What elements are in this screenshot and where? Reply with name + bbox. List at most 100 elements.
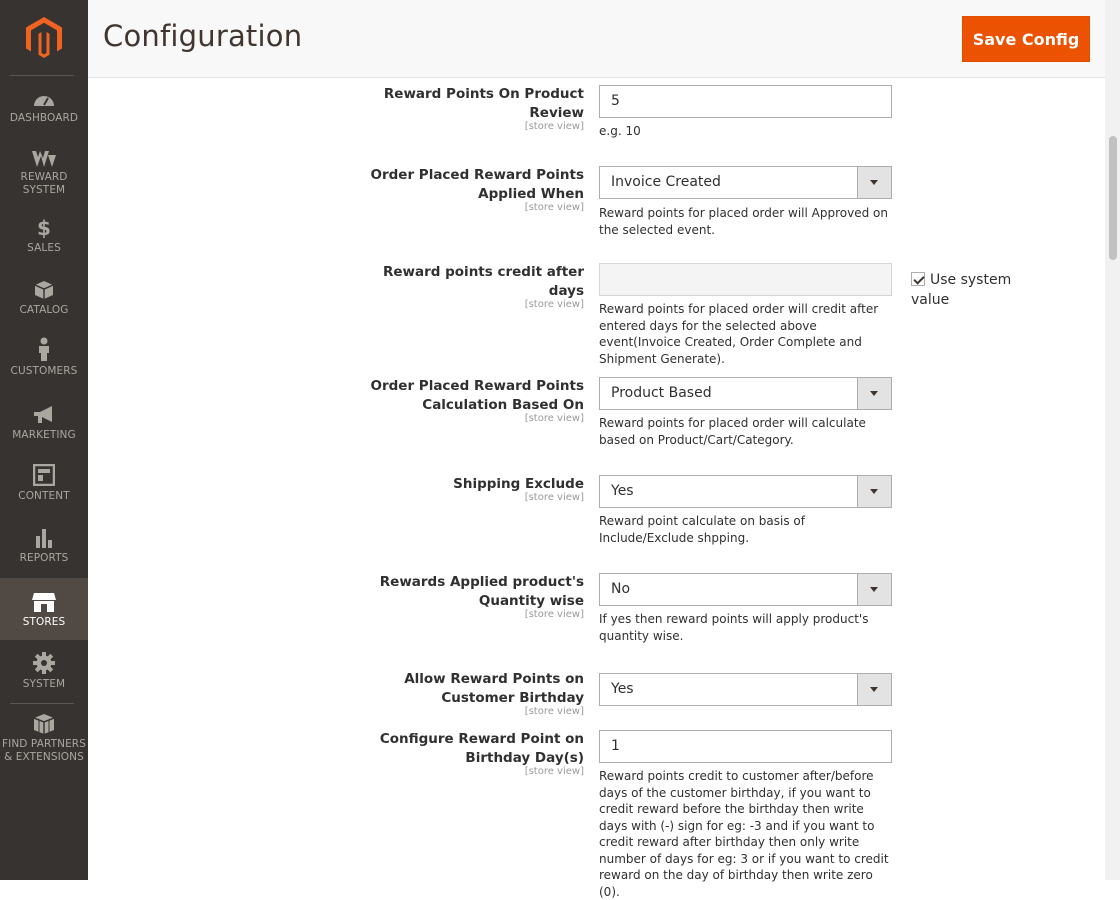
magento-logo[interactable] bbox=[0, 0, 88, 76]
field-note: Reward points credit to customer after/b… bbox=[599, 769, 889, 899]
label-text: Reward Points On Product Review bbox=[383, 86, 584, 121]
chevron-down-icon[interactable] bbox=[857, 167, 891, 198]
field-label: Configure Reward Point on Birthday Day(s… bbox=[354, 730, 584, 778]
page-title: Configuration bbox=[103, 19, 303, 53]
field-note: Reward points for placed order will Appr… bbox=[599, 206, 888, 237]
field-label: Shipping Exclude [store view] bbox=[354, 475, 584, 504]
field-label: Reward points credit after days [store v… bbox=[354, 263, 584, 311]
nav-label: SALES bbox=[27, 242, 61, 254]
field-control: 1 Reward points credit to customer after… bbox=[599, 730, 892, 900]
product-review-input[interactable]: 5 bbox=[599, 85, 892, 118]
select-value: Invoice Created bbox=[611, 174, 721, 190]
scope-label: [store view] bbox=[524, 492, 584, 503]
nav-item-catalog[interactable]: CATALOG bbox=[0, 280, 88, 320]
birthday-days-input[interactable]: 1 bbox=[599, 730, 892, 763]
nav-item-sales[interactable]: $ SALES bbox=[0, 218, 88, 258]
nav-divider bbox=[10, 703, 74, 704]
nav-label: DASHBOARD bbox=[9, 112, 79, 124]
magento-logo-icon bbox=[26, 17, 62, 58]
label-text: Order Placed Reward Points Calculation B… bbox=[370, 378, 584, 413]
scope-label: [store view] bbox=[524, 766, 584, 777]
field-note: Reward points for placed order will calc… bbox=[599, 416, 866, 447]
field-label: Reward Points On Product Review [store v… bbox=[354, 85, 584, 133]
label-text: Shipping Exclude bbox=[453, 476, 584, 492]
reward-system-icon bbox=[32, 151, 56, 167]
select-value: Yes bbox=[611, 483, 634, 499]
calc-based-select[interactable]: Product Based bbox=[599, 377, 892, 410]
admin-sidebar: DASHBOARD REWARD SYSTEM $ SALES CATALOG … bbox=[0, 0, 88, 880]
use-system-checkbox[interactable] bbox=[911, 272, 925, 286]
nav-item-customers[interactable]: CUSTOMERS bbox=[0, 337, 88, 381]
svg-text:$: $ bbox=[37, 218, 51, 238]
birthday-allow-select[interactable]: Yes bbox=[599, 673, 892, 706]
field-control: Product Based Reward points for placed o… bbox=[599, 377, 892, 448]
nav-item-reports[interactable]: REPORTS bbox=[0, 528, 88, 568]
label-text: Rewards Applied product's Quantity wise bbox=[379, 574, 584, 609]
use-system-label: Use system value bbox=[911, 272, 1012, 308]
field-note: e.g. 10 bbox=[599, 124, 641, 138]
nav-label: REWARD SYSTEM bbox=[20, 171, 68, 196]
nav-label: SYSTEM bbox=[22, 678, 66, 690]
chevron-down-icon[interactable] bbox=[857, 378, 891, 409]
nav-label: REPORTS bbox=[19, 552, 69, 564]
scope-label: [store view] bbox=[524, 706, 584, 717]
field-control: No If yes then reward points will apply … bbox=[599, 573, 892, 644]
layout-icon bbox=[33, 464, 55, 486]
label-text: Configure Reward Point on Birthday Day(s… bbox=[379, 731, 584, 766]
credit-days-input[interactable] bbox=[599, 263, 892, 296]
nav-label: STORES bbox=[22, 616, 66, 628]
nav-label: MARKETING bbox=[12, 429, 76, 441]
field-control: Reward points for placed order will cred… bbox=[599, 263, 892, 367]
select-value: Product Based bbox=[611, 385, 712, 401]
select-value: Yes bbox=[611, 681, 634, 697]
scope-label: [store view] bbox=[524, 121, 584, 132]
vertical-scrollbar[interactable] bbox=[1105, 0, 1120, 880]
field-note: Reward points for placed order will cred… bbox=[599, 302, 879, 366]
field-control: 5 e.g. 10 bbox=[599, 85, 892, 140]
megaphone-icon bbox=[34, 406, 52, 423]
label-text: Allow Reward Points on Customer Birthday bbox=[404, 671, 584, 706]
field-control: Yes bbox=[599, 673, 892, 706]
box-icon bbox=[34, 281, 54, 299]
shipping-exclude-select[interactable]: Yes bbox=[599, 475, 892, 508]
field-label: Allow Reward Points on Customer Birthday… bbox=[354, 670, 584, 718]
use-system-value[interactable]: Use system value bbox=[911, 270, 1021, 310]
label-text: Order Placed Reward Points Applied When bbox=[370, 167, 584, 202]
field-label: Order Placed Reward Points Applied When … bbox=[354, 166, 584, 214]
order-applied-select[interactable]: Invoice Created bbox=[599, 166, 892, 199]
scrollbar-thumb[interactable] bbox=[1109, 136, 1117, 260]
nav-label: CATALOG bbox=[19, 304, 69, 316]
nav-item-system[interactable]: SYSTEM bbox=[0, 652, 88, 692]
blocks-icon bbox=[33, 714, 55, 734]
qty-wise-select[interactable]: No bbox=[599, 573, 892, 606]
nav-item-dashboard[interactable]: DASHBOARD bbox=[0, 90, 88, 136]
nav-item-content[interactable]: CONTENT bbox=[0, 464, 88, 504]
scope-label: [store view] bbox=[524, 609, 584, 620]
nav-label: FIND PARTNERS & EXTENSIONS bbox=[2, 738, 86, 763]
field-control: Invoice Created Reward points for placed… bbox=[599, 166, 892, 238]
dollar-icon: $ bbox=[37, 218, 51, 238]
nav-item-marketing[interactable]: MARKETING bbox=[0, 405, 88, 445]
scope-label: [store view] bbox=[524, 299, 584, 310]
person-icon bbox=[39, 337, 49, 361]
storefront-icon bbox=[32, 593, 56, 612]
nav-item-find-partners[interactable]: FIND PARTNERS & EXTENSIONS bbox=[0, 713, 88, 769]
field-label: Rewards Applied product's Quantity wise … bbox=[354, 573, 584, 621]
nav-label: CUSTOMERS bbox=[10, 365, 78, 377]
nav-label: CONTENT bbox=[18, 490, 70, 502]
logo-divider bbox=[10, 75, 74, 76]
scope-label: [store view] bbox=[524, 413, 584, 424]
field-label: Order Placed Reward Points Calculation B… bbox=[354, 377, 584, 425]
field-note: If yes then reward points will apply pro… bbox=[599, 612, 869, 643]
nav-item-reward-system[interactable]: REWARD SYSTEM bbox=[0, 150, 88, 204]
page-header: Configuration Save Config bbox=[88, 0, 1105, 78]
field-control: Yes Reward point calculate on basis of I… bbox=[599, 475, 892, 546]
chevron-down-icon[interactable] bbox=[857, 476, 891, 507]
nav-item-stores[interactable]: STORES bbox=[0, 578, 88, 640]
save-config-button[interactable]: Save Config bbox=[962, 16, 1090, 62]
gear-icon bbox=[33, 652, 55, 674]
chevron-down-icon[interactable] bbox=[857, 574, 891, 605]
select-value: No bbox=[611, 581, 631, 597]
chevron-down-icon[interactable] bbox=[857, 674, 891, 705]
label-text: Reward points credit after days bbox=[382, 264, 584, 299]
